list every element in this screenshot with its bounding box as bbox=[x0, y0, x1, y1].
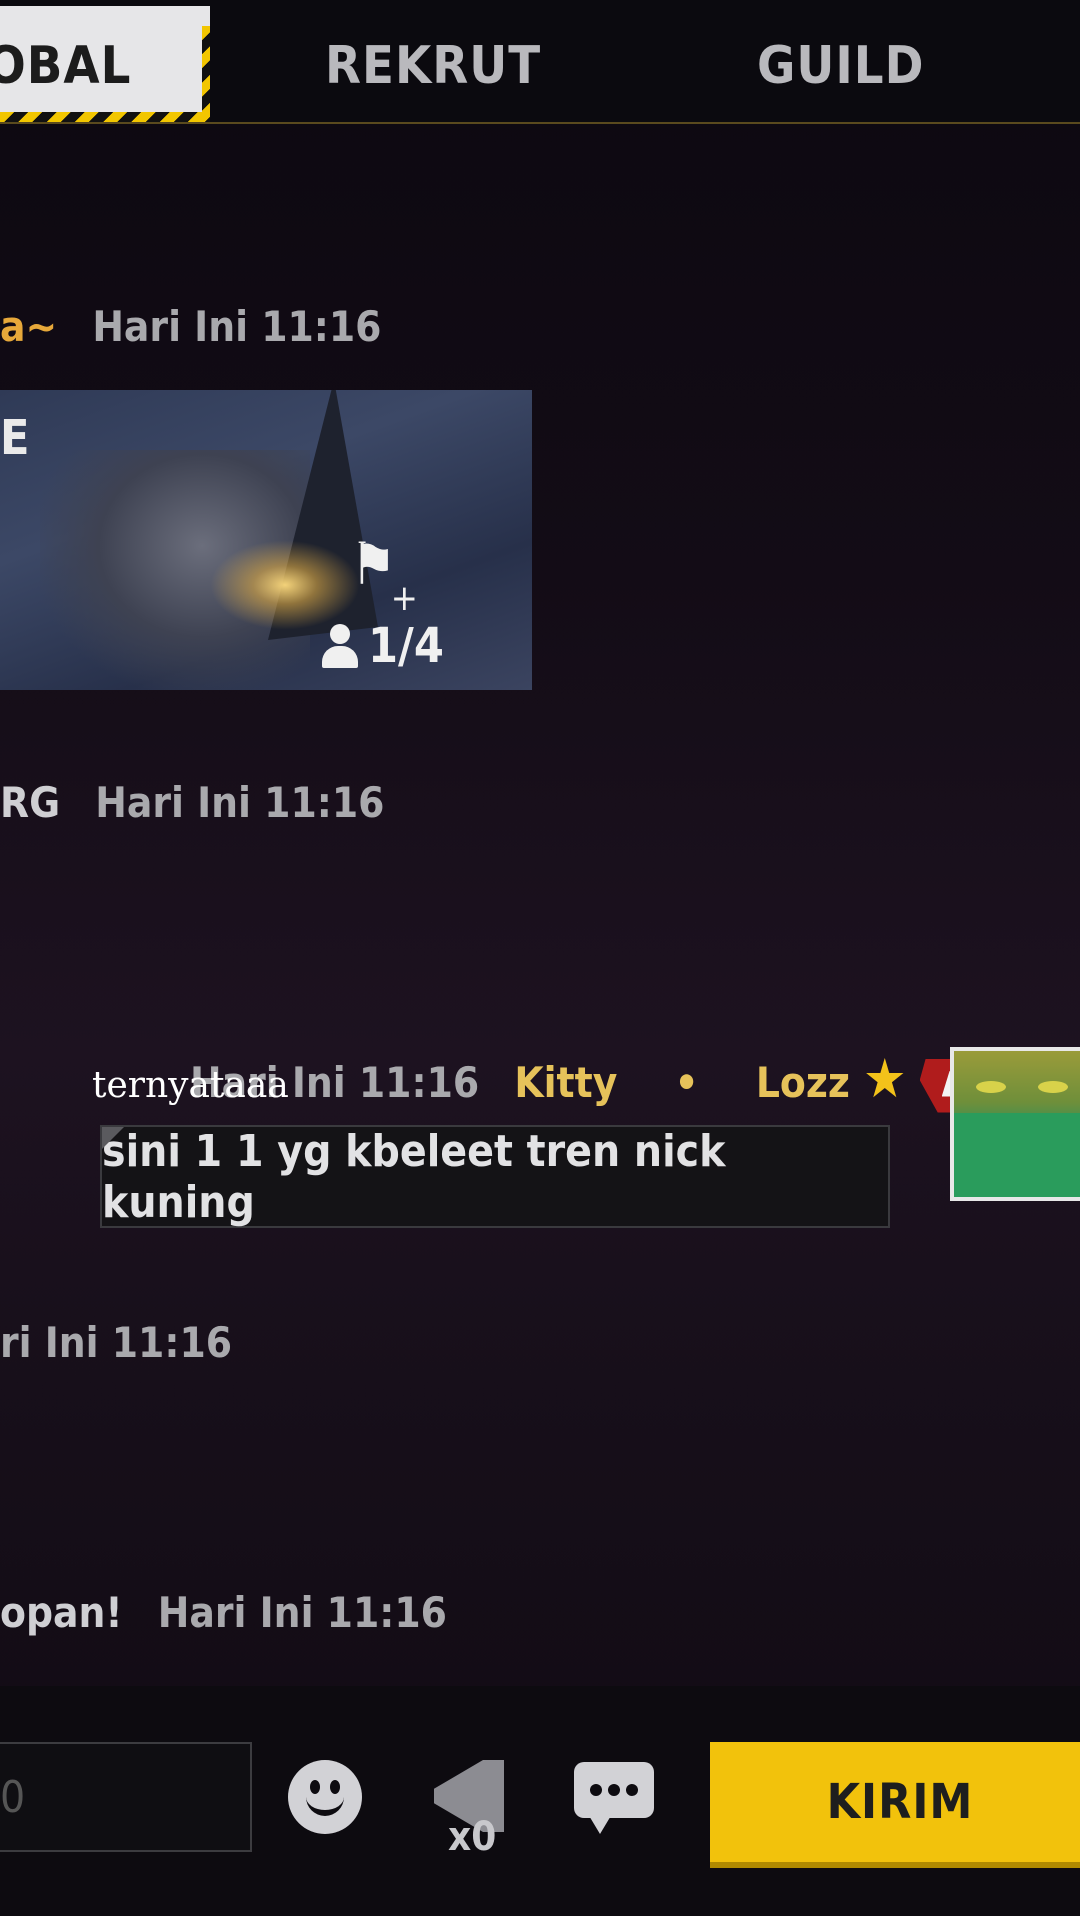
sender-name[interactable]: opan! bbox=[0, 1588, 123, 1637]
emoji-icon[interactable] bbox=[288, 1760, 362, 1834]
chat-input[interactable]: 0 bbox=[0, 1742, 252, 1852]
flag-icon: ⚑+ bbox=[350, 530, 418, 619]
message-header: ri Ini 11:16 bbox=[0, 1318, 232, 1367]
tab-global[interactable]: OBAL bbox=[0, 6, 210, 122]
sender-name[interactable]: a~ bbox=[0, 302, 57, 351]
message-time: ri Ini 11:16 bbox=[0, 1318, 233, 1367]
sender-guild-tag: Lozz bbox=[755, 1058, 850, 1107]
name-separator: • bbox=[674, 1058, 699, 1107]
avatar[interactable] bbox=[950, 1047, 1080, 1201]
message-time: Hari Ini 11:16 bbox=[92, 302, 382, 351]
message-header: opan! Hari Ini 11:16 bbox=[0, 1588, 447, 1637]
active-tab-hatch bbox=[0, 112, 210, 122]
message-time: Hari Ini 11:16 bbox=[95, 778, 385, 827]
broadcast-count: x0 bbox=[448, 1814, 497, 1860]
message-header: RG Hari Ini 11:16 bbox=[0, 778, 384, 827]
chat-tab-bar: OBAL REKRUT GUILD bbox=[0, 0, 1080, 124]
quick-chat-icon[interactable] bbox=[574, 1762, 654, 1836]
card-title: E bbox=[0, 410, 30, 466]
message-time: Hari Ini 11:16 bbox=[157, 1588, 447, 1637]
team-invite-card[interactable]: E ⚑+ 1/4 bbox=[0, 390, 532, 690]
tab-rekrut[interactable]: REKRUT bbox=[325, 36, 541, 96]
bubble-corner bbox=[102, 1127, 124, 1149]
message-header-self: Hari Ini 11:16 Kitty • Lozz ★ bbox=[190, 1047, 980, 1113]
card-slot-count: 1/4 bbox=[320, 618, 444, 674]
send-button-label: KIRIM bbox=[826, 1774, 974, 1830]
slot-count-text: 1/4 bbox=[368, 618, 444, 674]
star-icon: ★ bbox=[862, 1047, 907, 1110]
chat-input-text: 0 bbox=[0, 1771, 26, 1823]
tab-guild[interactable]: GUILD bbox=[757, 36, 924, 96]
card-art-glow bbox=[210, 540, 360, 630]
sender-name[interactable]: RG bbox=[0, 778, 60, 827]
message-text: sini 1 1 yg kbeleet tren nick kuning bbox=[102, 1125, 726, 1228]
megaphone-icon[interactable]: x0 bbox=[424, 1754, 508, 1860]
avatar-mask bbox=[954, 1113, 1080, 1197]
person-icon bbox=[320, 622, 360, 670]
video-caption: ternyataaa bbox=[92, 1065, 289, 1106]
sender-name[interactable]: Kitty bbox=[514, 1058, 617, 1107]
message-header: a~ Hari Ini 11:16 bbox=[0, 302, 381, 351]
avatar-eye bbox=[1038, 1081, 1068, 1093]
tab-global-label: OBAL bbox=[0, 36, 132, 96]
avatar-eye bbox=[976, 1081, 1006, 1093]
active-tab-hatch-side bbox=[202, 26, 210, 122]
message-bubble: sini 1 1 yg kbeleet tren nick kuning bbox=[100, 1125, 890, 1228]
send-button[interactable]: KIRIM bbox=[710, 1742, 1080, 1868]
